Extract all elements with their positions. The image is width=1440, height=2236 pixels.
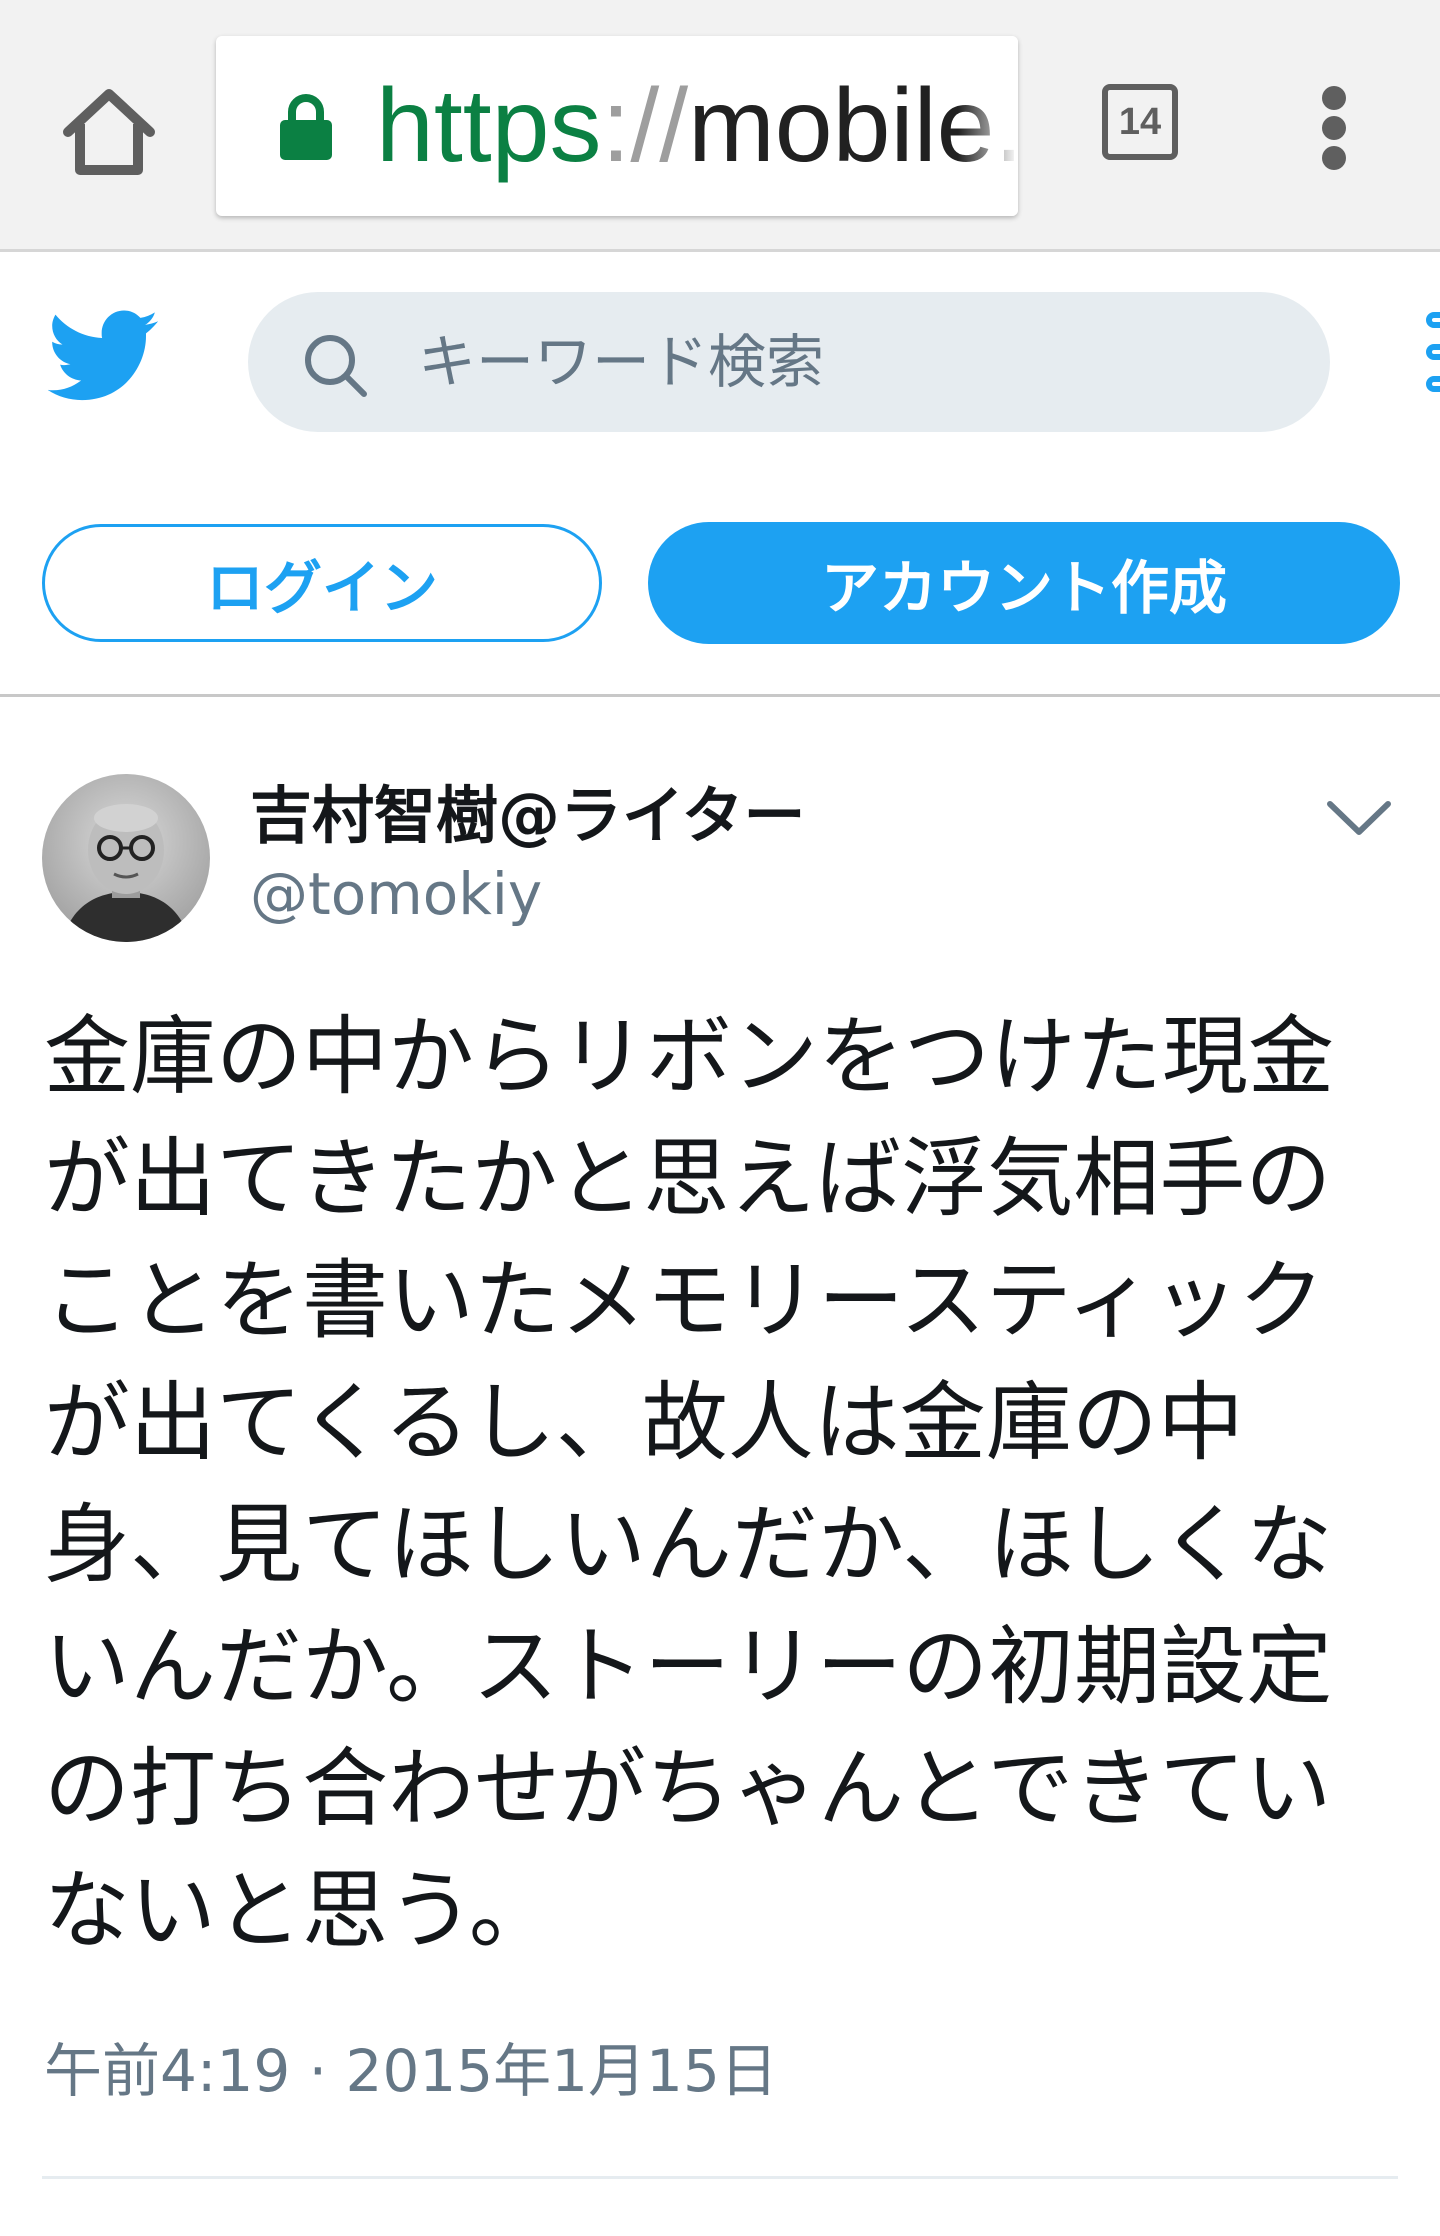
search-input[interactable]: キーワード検索: [248, 292, 1330, 432]
chevron-down-icon[interactable]: [1324, 796, 1394, 840]
login-button[interactable]: ログイン: [42, 524, 602, 642]
url-scheme: https: [376, 68, 602, 184]
tweet-timestamp[interactable]: 午前4:19 · 2015年1月15日: [44, 2034, 778, 2108]
url-separator: ://: [601, 68, 689, 184]
url-text: https://mobile.: [376, 68, 1018, 184]
twitter-bird-icon[interactable]: [47, 310, 160, 408]
home-icon[interactable]: [54, 78, 164, 188]
more-icon[interactable]: [1418, 312, 1440, 412]
divider: [0, 694, 1440, 697]
kebab-menu-icon[interactable]: [1310, 86, 1360, 170]
tab-switcher-button[interactable]: 14: [1102, 84, 1178, 160]
tweet-text: 金庫の中からリボンをつけた現金が出てきたかと思えば浮気相手のことを書いたメモリー…: [44, 1007, 1334, 1961]
search-placeholder: キーワード検索: [418, 328, 825, 396]
avatar[interactable]: [42, 774, 210, 942]
search-icon: [300, 330, 370, 400]
author-name[interactable]: 吉村智樹@ライター: [250, 778, 806, 854]
browser-toolbar: https://mobile. 14: [0, 0, 1440, 252]
url-fade: [958, 36, 1018, 216]
signup-button[interactable]: アカウント作成: [648, 522, 1400, 644]
author-handle[interactable]: @tomokiy: [250, 858, 542, 930]
divider: [42, 2176, 1398, 2179]
lock-icon: [278, 92, 334, 162]
url-bar[interactable]: https://mobile.: [216, 36, 1018, 216]
